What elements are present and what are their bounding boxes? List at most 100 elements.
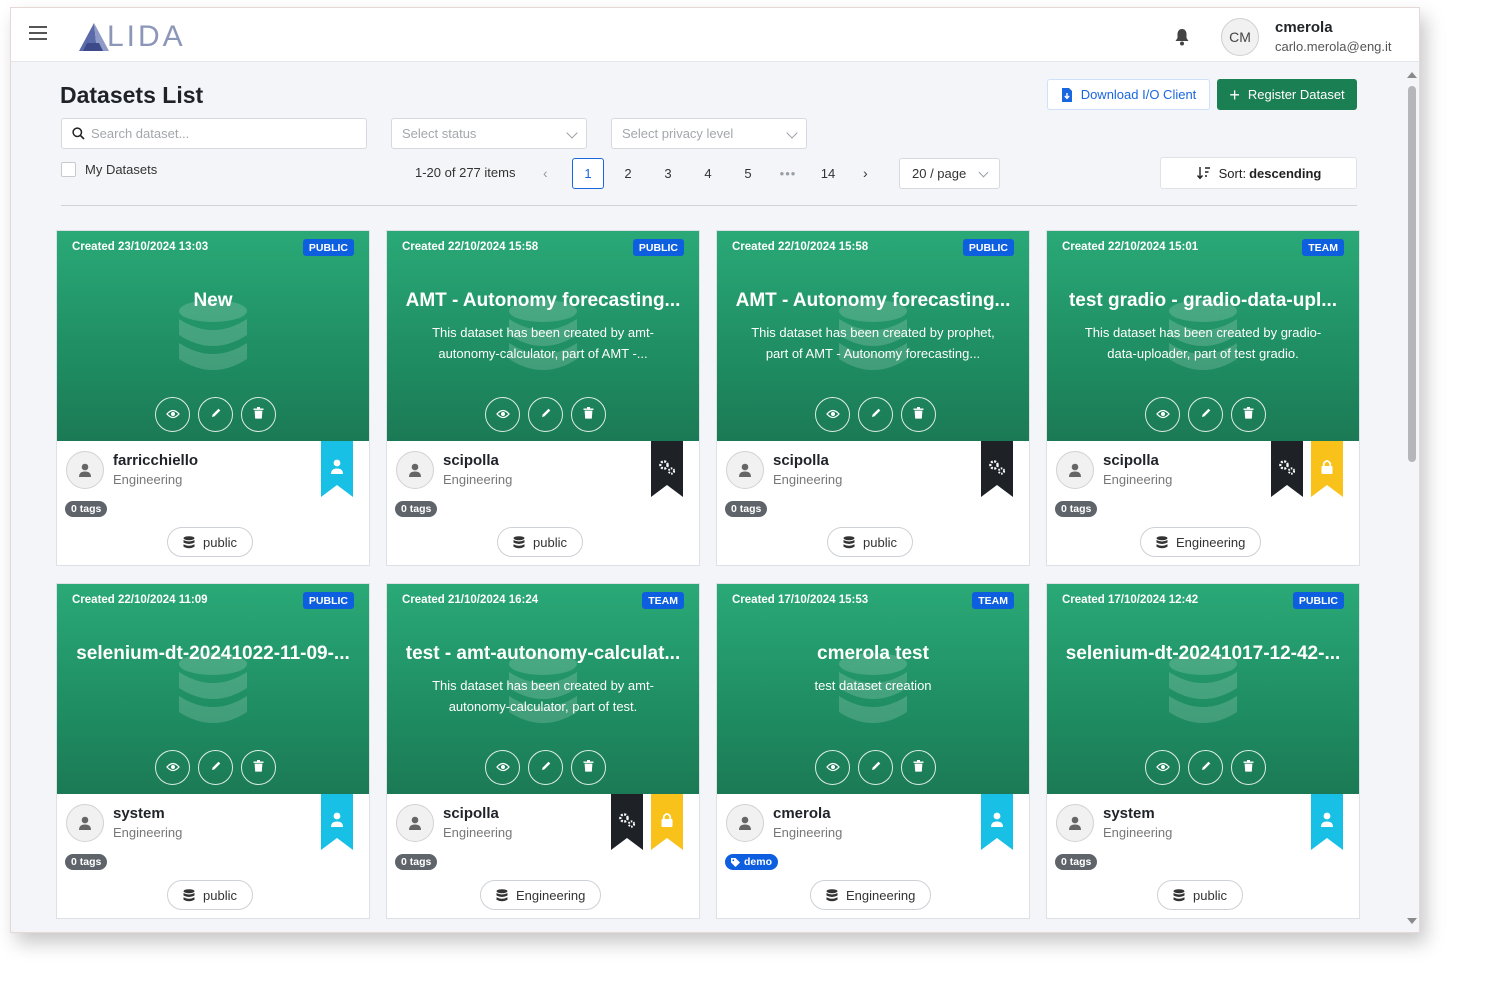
page-ellipsis[interactable]: ••• [772, 158, 804, 189]
dataset-card[interactable]: Created 23/10/2024 13:03 PUBLIC New farricc… [56, 230, 370, 566]
sort-button[interactable]: Sort: descending [1160, 157, 1357, 189]
chevron-down-icon [978, 167, 989, 178]
catalog-chip[interactable]: Engineering [1140, 527, 1262, 557]
tags-badge: 0 tags [1055, 854, 1098, 870]
owner-name: system [1103, 805, 1155, 822]
private-ribbon [651, 794, 683, 850]
edit-button[interactable] [1188, 750, 1223, 785]
dataset-title[interactable]: test gradio - gradio-data-upl... [1061, 290, 1345, 312]
delete-button[interactable] [901, 750, 936, 785]
page-5-button[interactable]: 5 [732, 158, 764, 189]
catalog-chip[interactable]: Engineering [480, 880, 602, 910]
private-ribbon [1311, 441, 1343, 497]
next-page-icon[interactable]: › [863, 165, 868, 181]
view-button[interactable] [1145, 397, 1180, 432]
view-button[interactable] [155, 750, 190, 785]
delete-button[interactable] [1231, 750, 1266, 785]
register-dataset-button[interactable]: + Register Dataset [1217, 79, 1357, 110]
dataset-card[interactable]: Created 22/10/2024 15:58 PUBLIC AMT - Auto… [716, 230, 1030, 566]
dataset-title[interactable]: cmerola test [731, 643, 1015, 665]
scroll-up-icon[interactable] [1407, 72, 1417, 78]
delete-button[interactable] [901, 397, 936, 432]
pagination-total: 1-20 of 277 items [415, 165, 516, 180]
eye-icon [165, 406, 180, 424]
pencil-icon [210, 406, 222, 424]
edit-button[interactable] [198, 397, 233, 432]
delete-button[interactable] [241, 750, 276, 785]
user-avatar[interactable]: CM [1221, 18, 1259, 56]
person-icon [739, 463, 751, 477]
card-header: Created 22/10/2024 11:09 PUBLIC selenium-d… [57, 584, 369, 794]
owner-avatar [396, 804, 434, 842]
vertical-scrollbar[interactable] [1405, 66, 1419, 932]
dataset-title[interactable]: AMT - Autonomy forecasting... [401, 290, 685, 312]
trash-icon [253, 759, 264, 777]
card-actions [815, 750, 937, 786]
edit-button[interactable] [858, 397, 893, 432]
download-io-client-button[interactable]: Download I/O Client [1047, 79, 1210, 110]
search-input[interactable]: Search dataset... [61, 118, 367, 149]
delete-button[interactable] [571, 397, 606, 432]
catalog-chip[interactable]: public [167, 880, 253, 910]
tags-badge: 0 tags [1055, 501, 1098, 517]
service-ribbon [1271, 441, 1303, 497]
view-button[interactable] [485, 750, 520, 785]
dataset-title[interactable]: selenium-dt-20241017-12-42-... [1061, 643, 1345, 665]
page-14-button[interactable]: 14 [812, 158, 844, 189]
dataset-title[interactable]: selenium-dt-20241022-11-09-... [71, 643, 355, 665]
page-4-button[interactable]: 4 [692, 158, 724, 189]
page-1-button[interactable]: 1 [572, 158, 604, 189]
tags-label: 0 tags [1061, 856, 1092, 868]
scroll-down-icon[interactable] [1407, 918, 1417, 924]
dataset-title[interactable]: AMT - Autonomy forecasting... [731, 290, 1015, 312]
service-ribbon [981, 441, 1013, 497]
dataset-title[interactable]: New [71, 290, 355, 312]
pencil-icon [870, 759, 882, 777]
dataset-card[interactable]: Created 22/10/2024 11:09 PUBLIC selenium-d… [56, 583, 370, 919]
delete-button[interactable] [241, 397, 276, 432]
catalog-chip[interactable]: public [827, 527, 913, 557]
page-3-button[interactable]: 3 [652, 158, 684, 189]
prev-page-icon[interactable]: ‹ [543, 165, 548, 181]
view-button[interactable] [155, 397, 190, 432]
view-button[interactable] [815, 750, 850, 785]
page-2-button[interactable]: 2 [612, 158, 644, 189]
dataset-card[interactable]: Created 17/10/2024 12:42 PUBLIC selenium-d… [1046, 583, 1360, 919]
catalog-chip[interactable]: Engineering [810, 880, 932, 910]
card-header: Created 22/10/2024 15:58 PUBLIC AMT - Auto… [387, 231, 699, 441]
dataset-card[interactable]: Created 21/10/2024 16:24 TEAM test - amt-a… [386, 583, 700, 919]
my-datasets-filter[interactable]: My Datasets [61, 162, 157, 177]
menu-icon[interactable] [29, 26, 47, 40]
created-date: Created 22/10/2024 15:58 [732, 241, 869, 253]
notification-bell-icon[interactable] [1174, 28, 1190, 46]
dataset-card[interactable]: Created 17/10/2024 15:53 TEAM cmerola test… [716, 583, 1030, 919]
edit-button[interactable] [198, 750, 233, 785]
edit-button[interactable] [1188, 397, 1223, 432]
catalog-chip[interactable]: public [1157, 880, 1243, 910]
my-datasets-checkbox[interactable] [61, 162, 76, 177]
view-button[interactable] [485, 397, 520, 432]
edit-button[interactable] [528, 397, 563, 432]
database-icon [843, 535, 855, 548]
catalog-label: public [203, 534, 237, 550]
view-button[interactable] [815, 397, 850, 432]
dataset-title[interactable]: test - amt-autonomy-calculat... [401, 643, 685, 665]
edit-button[interactable] [858, 750, 893, 785]
owner-ribbon [321, 794, 353, 850]
tags-badge[interactable]: demo [725, 854, 779, 870]
lida-logo[interactable]: LIDA [77, 20, 186, 54]
privacy-select[interactable]: Select privacy level [611, 118, 807, 149]
scroll-thumb[interactable] [1408, 86, 1416, 462]
dataset-card[interactable]: Created 22/10/2024 15:58 PUBLIC AMT - Auto… [386, 230, 700, 566]
status-select[interactable]: Select status [391, 118, 587, 149]
edit-button[interactable] [528, 750, 563, 785]
delete-button[interactable] [571, 750, 606, 785]
dataset-card[interactable]: Created 22/10/2024 15:01 TEAM test gradio … [1046, 230, 1360, 566]
tags-label: 0 tags [401, 856, 432, 868]
page-size-select[interactable]: 20 / page [899, 158, 1000, 189]
logo-text: LIDA [107, 20, 186, 53]
catalog-chip[interactable]: public [167, 527, 253, 557]
delete-button[interactable] [1231, 397, 1266, 432]
catalog-chip[interactable]: public [497, 527, 583, 557]
view-button[interactable] [1145, 750, 1180, 785]
